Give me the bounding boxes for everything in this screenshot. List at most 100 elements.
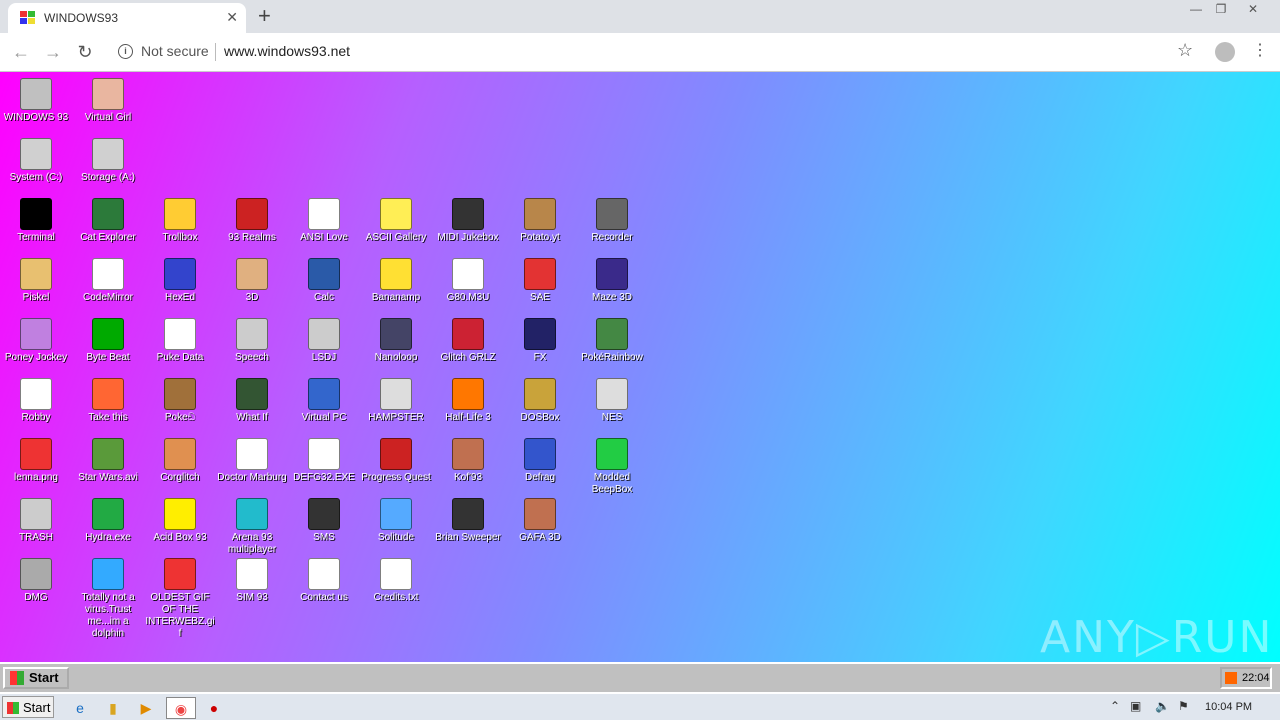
antivirus-icon[interactable]: ● xyxy=(202,697,226,719)
desktop-icon[interactable]: HexEd xyxy=(144,254,216,304)
desktop-icon[interactable]: SIM 93 xyxy=(216,554,288,604)
desktop-icon[interactable]: Cat Explorer xyxy=(72,194,144,244)
desktop-icon[interactable]: Pokeඞ xyxy=(144,374,216,424)
desktop-icon[interactable]: Half-Life 3 xyxy=(432,374,504,424)
desktop-icon[interactable]: PokéRainbow xyxy=(576,314,648,364)
desktop-icon[interactable]: Doctor Marburg xyxy=(216,434,288,484)
desktop-icon[interactable]: Poney Jockey xyxy=(0,314,72,364)
tab-close-icon[interactable]: ✕ xyxy=(226,9,238,26)
internet-explorer-icon[interactable]: e xyxy=(68,697,92,719)
desktop-icon[interactable]: Virtual Girl xyxy=(72,74,144,124)
desktop-icon[interactable]: Contact us xyxy=(288,554,360,604)
volume-icon[interactable]: 🔈 xyxy=(1155,699,1170,713)
desktop-icon[interactable]: Piskel xyxy=(0,254,72,304)
desktop-icon[interactable]: ANSI Love xyxy=(288,194,360,244)
desktop-icon[interactable]: Take this xyxy=(72,374,144,424)
desktop-icon-label: Puke Data xyxy=(156,352,204,363)
desktop-icon[interactable]: Virtual PC xyxy=(288,374,360,424)
desktop-icon[interactable]: CodeMirror xyxy=(72,254,144,304)
reload-icon[interactable]: ↻ xyxy=(74,41,96,63)
address-bar[interactable]: www.windows93.net xyxy=(224,43,350,59)
knight-icon xyxy=(236,198,268,230)
desktop-icon[interactable]: Corglitch xyxy=(144,434,216,484)
desktop-icon[interactable]: WINDOWS 93 xyxy=(0,74,72,124)
desktop-icon[interactable]: Kof'93 xyxy=(432,434,504,484)
desktop-icon[interactable]: Arena 93 multiplayer xyxy=(216,494,288,556)
desktop-icon[interactable]: ASCII Gallery xyxy=(360,194,432,244)
desktop-icon[interactable]: Byte Beat xyxy=(72,314,144,364)
desktop-icon[interactable]: System (C:) xyxy=(0,134,72,184)
desktop-icon[interactable]: Recorder xyxy=(576,194,648,244)
browser-tab[interactable]: WINDOWS93 ✕ xyxy=(8,3,246,33)
desktop-icon[interactable]: Robby xyxy=(0,374,72,424)
file-explorer-icon[interactable]: ▮ xyxy=(101,697,125,719)
desktop-icon[interactable]: Defrag xyxy=(504,434,576,484)
restore-icon[interactable]: ❐ xyxy=(1208,0,1234,20)
desktop-icon[interactable]: MIDI Jukebox xyxy=(432,194,504,244)
desktop-icon[interactable]: Calc xyxy=(288,254,360,304)
action-center-flag-icon[interactable]: ⚑ xyxy=(1178,699,1189,713)
desktop-icon[interactable]: Speech xyxy=(216,314,288,364)
desktop-icon[interactable]: 93 Realms xyxy=(216,194,288,244)
desktop-icon[interactable]: lenna.png xyxy=(0,434,72,484)
desktop-icon[interactable]: HAMPSTER xyxy=(360,374,432,424)
desktop-icon-label: Speech xyxy=(235,352,269,363)
desktop-icon[interactable]: Storage (A:) xyxy=(72,134,144,184)
desktop-icon[interactable]: Totally not a virus.Trust me...im a dolp… xyxy=(72,554,144,640)
gif-file-icon xyxy=(164,558,196,590)
desktop-icon[interactable]: GAFA 3D xyxy=(504,494,576,544)
desktop-icon[interactable]: Solitude xyxy=(360,494,432,544)
desktop-icon[interactable]: Nanoloop xyxy=(360,314,432,364)
forward-arrow-icon[interactable]: → xyxy=(42,41,64,63)
desktop-icon[interactable]: LSDJ xyxy=(288,314,360,364)
tray-expand-icon[interactable]: ⌃ xyxy=(1110,699,1120,713)
desktop-icon[interactable]: Brian Sweeper xyxy=(432,494,504,544)
face-speech-icon xyxy=(236,318,268,350)
desktop-icon-label: FX xyxy=(533,352,547,363)
network-icon[interactable]: ▣ xyxy=(1130,699,1141,713)
desktop-icon[interactable]: Trollbox xyxy=(144,194,216,244)
desktop-icon[interactable]: Glitch GRLZ xyxy=(432,314,504,364)
chrome-icon[interactable]: ◉ xyxy=(166,697,196,719)
back-arrow-icon[interactable]: ← xyxy=(10,41,32,63)
desktop-icon[interactable]: Hydra.exe xyxy=(72,494,144,544)
desktop-icon[interactable]: NES xyxy=(576,374,648,424)
new-tab-button[interactable]: + xyxy=(258,4,271,28)
desktop-icon[interactable]: Bananamp xyxy=(360,254,432,304)
profile-avatar-icon[interactable] xyxy=(1215,42,1235,62)
desktop-icon[interactable]: TRASH xyxy=(0,494,72,544)
desktop-icon[interactable]: Potato.yt xyxy=(504,194,576,244)
window-close-icon[interactable]: ✕ xyxy=(1240,0,1266,20)
bookmark-star-icon[interactable]: ☆ xyxy=(1177,40,1193,61)
desktop-icon[interactable]: G80.M3U xyxy=(432,254,504,304)
desktop-icon[interactable]: SAE xyxy=(504,254,576,304)
desktop-icon[interactable]: Acid Box 93 xyxy=(144,494,216,544)
desktop-icon[interactable]: Terminal xyxy=(0,194,72,244)
desktop-icon[interactable]: DOSBox xyxy=(504,374,576,424)
minimize-icon[interactable]: — xyxy=(1183,0,1209,20)
desktop-icon[interactable]: Star Wars.avi xyxy=(72,434,144,484)
desktop-icon[interactable]: 3D xyxy=(216,254,288,304)
floppy-drive-icon xyxy=(92,138,124,170)
desktop-icon-label: OLDEST GIF OF THE INTERWEBZ.gif xyxy=(145,592,215,639)
desktop-icon[interactable]: Modded BeepBox xyxy=(576,434,648,496)
w93-start-button[interactable]: Start xyxy=(3,667,69,689)
desktop-icon[interactable]: Progress Quest xyxy=(360,434,432,484)
desktop-icon[interactable]: DEFG32.EXE xyxy=(288,434,360,484)
desktop-icon[interactable]: Puke Data xyxy=(144,314,216,364)
browser-menu-icon[interactable]: ⋮ xyxy=(1252,41,1268,61)
desktop-icon[interactable]: What If xyxy=(216,374,288,424)
info-icon[interactable]: i xyxy=(118,44,133,59)
windows-clock[interactable]: 10:04 PM xyxy=(1205,701,1252,713)
desktop-icon[interactable]: SMS xyxy=(288,494,360,544)
security-status[interactable]: Not secure xyxy=(141,43,209,59)
desktop-icon[interactable]: DMG xyxy=(0,554,72,604)
windows-start-button[interactable]: Start xyxy=(2,696,54,718)
desktop-icon[interactable]: Credits.txt xyxy=(360,554,432,604)
girl-face-icon xyxy=(92,78,124,110)
desktop-icon[interactable]: OLDEST GIF OF THE INTERWEBZ.gif xyxy=(144,554,216,640)
rss-icon[interactable] xyxy=(1225,672,1237,684)
desktop-icon[interactable]: Maze 3D xyxy=(576,254,648,304)
desktop-icon[interactable]: FX xyxy=(504,314,576,364)
media-player-icon[interactable]: ▶ xyxy=(134,697,158,719)
